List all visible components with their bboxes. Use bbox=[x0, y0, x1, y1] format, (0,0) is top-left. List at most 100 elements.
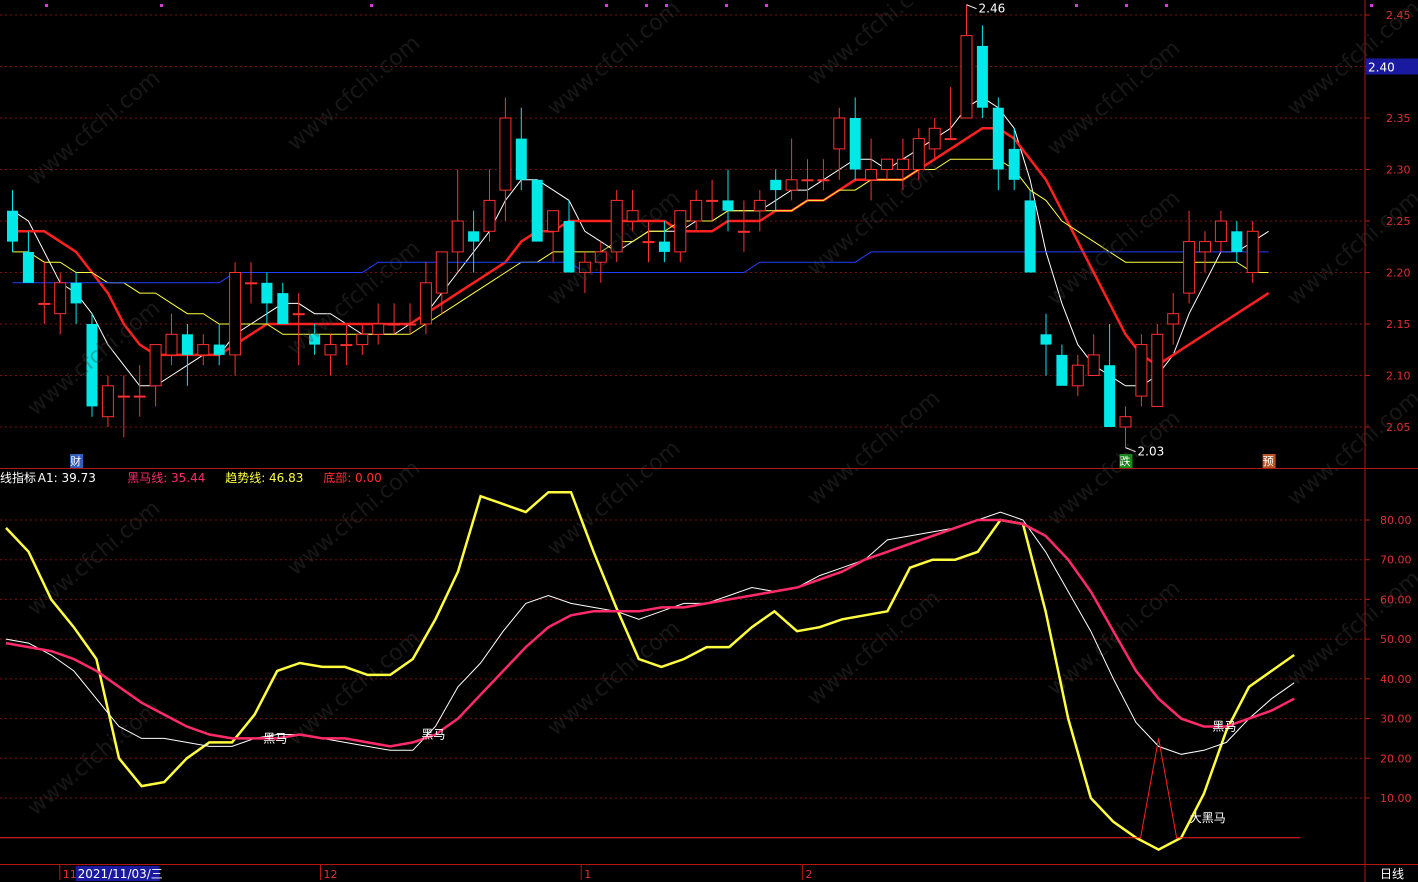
top-marker bbox=[370, 4, 373, 7]
top-marker bbox=[765, 4, 768, 7]
candle bbox=[531, 179, 543, 242]
candle-body bbox=[547, 210, 560, 232]
top-marker bbox=[725, 4, 728, 7]
candle-body bbox=[372, 323, 385, 335]
candle-body bbox=[1119, 416, 1132, 428]
candle-body bbox=[706, 199, 719, 202]
candle-body bbox=[1183, 241, 1196, 294]
time-label: 2 bbox=[805, 868, 812, 881]
candle-body bbox=[690, 199, 703, 222]
osc-tick-label: 60.00 bbox=[1380, 593, 1412, 606]
top-marker bbox=[160, 4, 163, 7]
candle bbox=[1151, 324, 1164, 407]
osc-tick-label: 80.00 bbox=[1380, 514, 1412, 527]
indicator-header-item: 底部: 0.00 bbox=[323, 470, 382, 485]
top-marker bbox=[1125, 4, 1128, 7]
candle-body bbox=[388, 323, 401, 326]
candle-body bbox=[658, 241, 670, 252]
candle-body bbox=[928, 127, 941, 150]
indicator-header-item: 黑马线: 35.44 bbox=[127, 471, 205, 485]
candle-body bbox=[1151, 333, 1164, 407]
time-label: 1 bbox=[584, 868, 591, 881]
price-tick-label: 2.10 bbox=[1386, 370, 1411, 383]
candle-body bbox=[468, 231, 480, 242]
candle-body bbox=[801, 179, 814, 182]
candle-body bbox=[1104, 365, 1116, 427]
price-tick-label: 2.30 bbox=[1386, 164, 1411, 177]
candle-body bbox=[563, 221, 575, 273]
candle-body bbox=[642, 241, 655, 244]
candle-body bbox=[245, 282, 257, 285]
candle-body bbox=[277, 293, 289, 324]
candle-body bbox=[960, 35, 973, 119]
signal-label: 黑马 bbox=[263, 731, 287, 745]
osc-tick-label: 10.00 bbox=[1380, 792, 1412, 805]
candle-body bbox=[261, 282, 273, 304]
candle-body bbox=[435, 251, 448, 294]
price-tick-label: 2.20 bbox=[1386, 267, 1411, 280]
signal-label: 黑马 bbox=[421, 727, 445, 741]
candle-body bbox=[1087, 354, 1100, 376]
candle-body bbox=[1008, 148, 1020, 180]
candle-body bbox=[292, 313, 305, 316]
price-tick-label: 2.35 bbox=[1386, 112, 1411, 125]
candle-body bbox=[531, 179, 543, 242]
top-marker bbox=[605, 4, 608, 7]
candle-body bbox=[356, 333, 369, 346]
candle-body bbox=[499, 117, 512, 191]
candle-body bbox=[7, 210, 18, 242]
candle-body bbox=[992, 107, 1004, 170]
candle-body bbox=[865, 169, 878, 181]
candle-body bbox=[181, 334, 193, 355]
candle-body bbox=[22, 251, 34, 283]
candle-body bbox=[165, 333, 178, 356]
indicator-header-item: 趋势线: 46.83 bbox=[225, 471, 303, 485]
candle-body bbox=[213, 344, 225, 355]
top-marker bbox=[45, 4, 48, 7]
candle-body bbox=[229, 272, 242, 356]
candle-body bbox=[1231, 231, 1243, 252]
top-marker bbox=[1165, 4, 1168, 7]
time-label: 11 bbox=[63, 868, 77, 881]
candle-body bbox=[101, 385, 114, 418]
stock-chart: 2.452.352.302.252.202.152.102.052.402.46… bbox=[0, 0, 1418, 882]
candle bbox=[1135, 334, 1148, 407]
osc-tick-label: 50.00 bbox=[1380, 633, 1412, 646]
candle-body bbox=[1199, 241, 1211, 253]
candle-body bbox=[483, 199, 496, 232]
osc-tick-label: 30.00 bbox=[1380, 713, 1412, 726]
candle-body bbox=[737, 230, 750, 233]
osc-tick-label: 20.00 bbox=[1380, 752, 1412, 765]
candle-body bbox=[133, 395, 146, 398]
price-tick-label: 2.15 bbox=[1386, 318, 1411, 331]
candle bbox=[1024, 190, 1036, 273]
candle-body bbox=[54, 282, 67, 315]
osc-tick-label: 70.00 bbox=[1380, 554, 1412, 567]
candle-body bbox=[722, 200, 734, 211]
candle-body bbox=[324, 344, 337, 356]
indicator-header-item: A1: 39.73 bbox=[38, 471, 96, 485]
candle-body bbox=[1071, 364, 1084, 387]
high-marker-label: 2.46 bbox=[979, 2, 1006, 16]
indicator-header-item: 线指标 bbox=[0, 470, 36, 485]
signal-label: 黑马 bbox=[1212, 720, 1236, 734]
candle-body bbox=[1167, 313, 1180, 325]
event-tag-label: 预 bbox=[1263, 455, 1274, 468]
candle-body bbox=[881, 158, 893, 170]
candle-body bbox=[1246, 230, 1259, 274]
candle-body bbox=[1040, 334, 1052, 345]
candle-body bbox=[515, 138, 527, 180]
candle-body bbox=[753, 199, 766, 212]
candle-body bbox=[896, 158, 909, 170]
period-label: 日线 bbox=[1380, 867, 1404, 881]
candle-body bbox=[38, 302, 51, 305]
candle-body bbox=[849, 118, 861, 170]
time-highlight-label: 2021/11/03/三 bbox=[78, 867, 163, 881]
candle-body bbox=[674, 210, 687, 253]
candle-body bbox=[976, 45, 988, 108]
candle-body bbox=[785, 179, 798, 191]
candle-body bbox=[451, 220, 464, 253]
candle-body bbox=[149, 344, 162, 387]
candle-body bbox=[1056, 354, 1068, 386]
candle-body bbox=[70, 282, 82, 304]
